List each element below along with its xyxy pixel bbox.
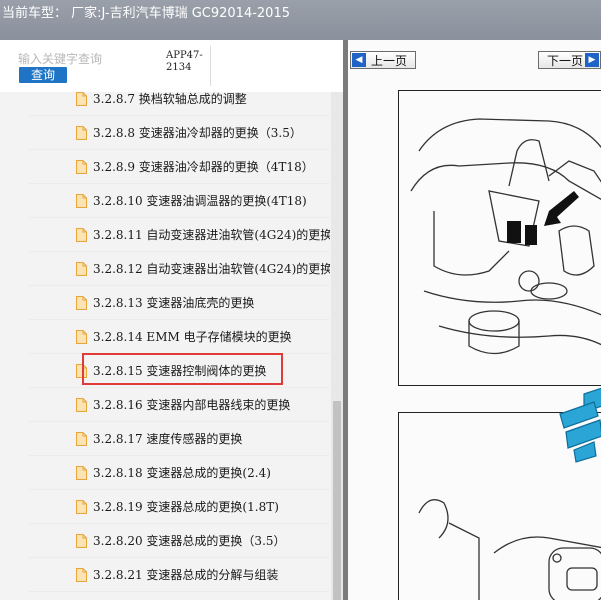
tree-item[interactable]: 3.2.8.9 变速器油冷却器的更换（4T18） <box>28 150 330 184</box>
catalog-tree: 3.2.8.7 换档软轴总成的调整 3.2.8.8 变速器油冷却器的更换（3.5）… <box>28 92 330 600</box>
tree-item[interactable]: 3.2.8.13 变速器油底壳的更换 <box>28 286 330 320</box>
tree-item-label: 3.2.8.16 变速器内部电器线束的更换 <box>93 398 291 412</box>
tree-item[interactable]: 3.2.8.21 变速器总成的分解与组装 <box>28 558 330 592</box>
document-icon <box>76 431 87 446</box>
next-page-label: 下一页 <box>547 54 584 68</box>
previous-page-label: 上一页 <box>371 54 408 68</box>
tree-item-label: 3.2.8.17 速度传感器的更换 <box>93 432 243 446</box>
tree-item[interactable]: 3.2.8.7 换档软轴总成的调整 <box>28 92 330 116</box>
search-area: 查询 APP47-2134 <box>0 40 343 92</box>
document-icon <box>76 92 87 106</box>
document-icon <box>76 329 87 344</box>
scrollbar[interactable] <box>331 92 343 600</box>
tree-item[interactable]: 3.2.8.8 变速器油冷却器的更换（3.5） <box>28 116 330 150</box>
tree-item[interactable]: 3.2.8.15 变速器控制阀体的更换 <box>28 354 330 388</box>
document-icon <box>76 397 87 412</box>
left-arrow-icon: ◀ <box>352 53 366 67</box>
document-icon <box>76 261 87 276</box>
technical-illustration-top <box>398 90 601 386</box>
watermark-logo <box>554 384 601 464</box>
tree-item[interactable]: 3.2.8.17 速度传感器的更换 <box>28 422 330 456</box>
previous-page-button[interactable]: ◀ 上一页 <box>350 51 416 69</box>
tree-item-label: 3.2.8.9 变速器油冷却器的更换（4T18） <box>93 160 314 174</box>
next-page-button[interactable]: 下一页 ▶ <box>538 51 601 69</box>
document-icon <box>76 567 87 582</box>
document-icon <box>76 533 87 548</box>
tree-item-label: 3.2.8.20 变速器总成的更换（3.5） <box>93 534 286 548</box>
search-button[interactable]: 查询 <box>19 67 67 83</box>
tree-item-label: 3.2.8.21 变速器总成的分解与组装 <box>93 568 279 582</box>
title-bar: 当前车型： 厂家:J-吉利汽车博瑞 GC92014-2015 <box>0 0 601 40</box>
search-input[interactable] <box>18 50 138 68</box>
tree-item[interactable]: 3.2.8.18 变速器总成的更换(2.4) <box>28 456 330 490</box>
document-icon <box>76 363 87 378</box>
watermark-graphic <box>559 387 601 463</box>
tree-item[interactable]: 3.2.8.16 变速器内部电器线束的更换 <box>28 388 330 422</box>
tree-item-label: 3.2.8.19 变速器总成的更换(1.8T) <box>93 500 279 514</box>
tree-item-label: 3.2.8.8 变速器油冷却器的更换（3.5） <box>93 126 302 140</box>
tree-item-label: 3.2.8.18 变速器总成的更换(2.4) <box>93 466 271 480</box>
tree-item-label: 3.2.8.10 变速器油调温器的更换(4T18) <box>93 194 307 208</box>
app-code-label: APP47-2134 <box>166 50 203 73</box>
document-icon <box>76 193 87 208</box>
document-icon <box>76 295 87 310</box>
tree-item[interactable]: 3.2.8.10 变速器油调温器的更换(4T18) <box>28 184 330 218</box>
document-icon <box>76 227 87 242</box>
left-panel: 查询 APP47-2134 3.2.8.7 换档软轴总成的调整 3.2.8.8 变… <box>0 40 343 600</box>
right-arrow-icon: ▶ <box>585 53 599 67</box>
tree-item[interactable]: 3.2.8.20 变速器总成的更换（3.5） <box>28 524 330 558</box>
scrollbar-thumb[interactable] <box>333 401 341 600</box>
tree-item[interactable]: 3.2.8.19 变速器总成的更换(1.8T) <box>28 490 330 524</box>
document-icon <box>76 125 87 140</box>
tree-item-label: 3.2.8.13 变速器油底壳的更换 <box>93 296 255 310</box>
tree-item-label: 3.2.8.7 换档软轴总成的调整 <box>93 92 247 106</box>
tree-item-label: 3.2.8.11 自动变速器进油软管(4G24)的更换 <box>93 228 330 242</box>
tree-item-label: 3.2.8.14 EMM 电子存储模块的更换 <box>93 330 292 344</box>
document-icon <box>76 159 87 174</box>
tree-item-label: 3.2.8.15 变速器控制阀体的更换 <box>93 364 267 378</box>
document-icon <box>76 499 87 514</box>
divider <box>210 46 211 86</box>
tree-item[interactable]: 3.2.8.12 自动变速器出油软管(4G24)的更换 <box>28 252 330 286</box>
tree-item-label: 3.2.8.12 自动变速器出油软管(4G24)的更换 <box>93 262 330 276</box>
tree-item[interactable]: 3.2.8.11 自动变速器进油软管(4G24)的更换 <box>28 218 330 252</box>
current-vehicle-text: 当前车型： 厂家:J-吉利汽车博瑞 GC92014-2015 <box>2 6 290 21</box>
tree-item[interactable]: 3.2.8.14 EMM 电子存储模块的更换 <box>28 320 330 354</box>
document-viewer: ◀ 上一页 下一页 ▶ <box>348 40 601 600</box>
document-icon <box>76 465 87 480</box>
valve-body-illustration <box>410 118 601 355</box>
